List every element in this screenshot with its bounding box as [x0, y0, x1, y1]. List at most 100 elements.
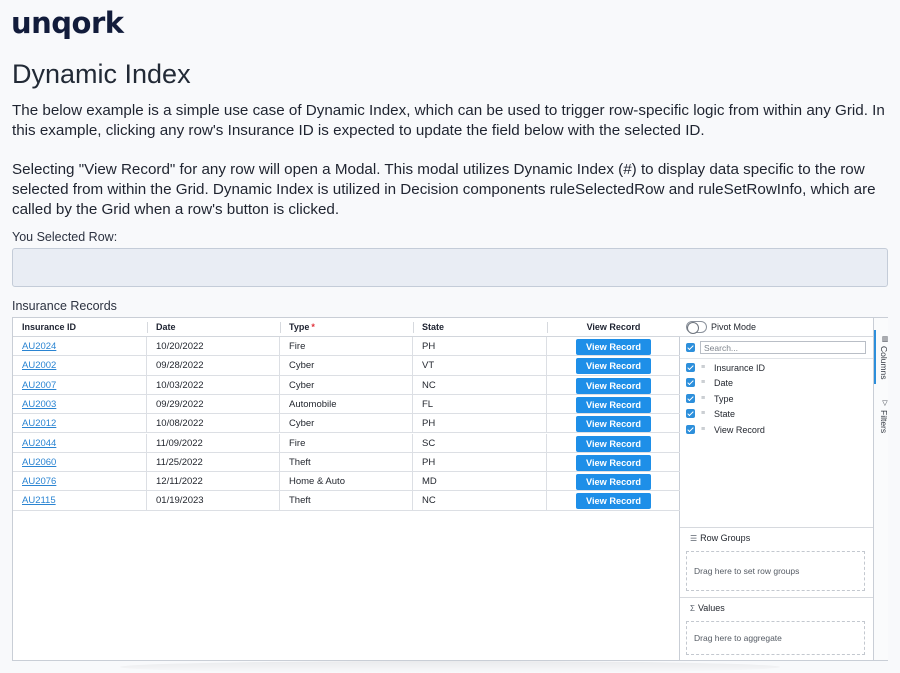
cell-date: 11/09/2022	[147, 433, 280, 453]
column-visibility-checkbox[interactable]	[686, 363, 695, 372]
tab-filters[interactable]: ▽ Filters	[874, 394, 889, 438]
cell-date: 10/20/2022	[147, 337, 280, 356]
cell-insurance-id: AU2007	[13, 375, 147, 395]
cell-view-record: View Record	[547, 356, 680, 375]
modal-description-paragraph: Selecting "View Record" for any row will…	[12, 161, 876, 218]
cell-type: Theft	[280, 491, 413, 511]
column-list-item[interactable]: ≡ Type	[686, 392, 866, 406]
column-list-item[interactable]: ≡ View Record	[686, 423, 866, 437]
cell-state: FL	[413, 394, 547, 414]
cell-view-record: View Record	[547, 453, 680, 472]
cell-date: 09/28/2022	[147, 356, 280, 376]
insurance-id-link[interactable]: AU2115	[22, 495, 56, 506]
insurance-id-link[interactable]: AU2007	[22, 380, 56, 391]
view-record-button[interactable]: View Record	[576, 435, 651, 452]
insurance-id-link[interactable]: AU2044	[22, 438, 56, 449]
table-row: AU2060 11/25/2022 Theft PH View Record	[13, 452, 680, 473]
cell-date: 09/29/2022	[147, 394, 280, 414]
header-insurance-id[interactable]: Insurance ID	[22, 318, 76, 337]
columns-icon: ▥	[881, 334, 888, 343]
table-row: AU2024 10/20/2022 Fire PH View Record	[13, 337, 680, 357]
column-visibility-checkbox[interactable]	[686, 378, 695, 388]
grid-label: Insurance Records	[12, 299, 117, 313]
cell-view-record: View Record	[547, 472, 680, 491]
tab-columns[interactable]: ▥ Columns	[874, 330, 889, 384]
insurance-id-link[interactable]: AU2003	[22, 399, 56, 410]
pivot-mode-toggle[interactable]	[686, 321, 707, 334]
drag-handle-icon[interactable]: ≡	[701, 379, 709, 386]
cell-date: 11/25/2022	[147, 452, 280, 472]
cell-state: NC	[413, 375, 547, 395]
view-record-button[interactable]: View Record	[576, 416, 651, 433]
header-type[interactable]: Type *	[289, 318, 315, 337]
view-record-button[interactable]: View Record	[576, 474, 651, 491]
cell-state: PH	[413, 452, 547, 472]
table-row: AU2007 10/03/2022 Cyber NC View Record	[13, 375, 680, 395]
cell-date: 01/19/2023	[147, 491, 280, 511]
cell-type: Cyber	[280, 414, 413, 434]
column-visibility-checkbox[interactable]	[686, 424, 695, 434]
intro-paragraph: The below example is a simple use case o…	[12, 102, 885, 139]
cell-view-record: View Record	[547, 395, 680, 414]
drag-handle-icon[interactable]: ≡	[701, 364, 709, 371]
insurance-id-link[interactable]: AU2076	[22, 476, 56, 487]
insurance-id-link[interactable]: AU2002	[22, 360, 56, 371]
header-separator[interactable]	[147, 322, 148, 333]
cell-date: 10/03/2022	[147, 375, 280, 395]
cell-date: 10/08/2022	[147, 414, 280, 434]
header-separator[interactable]	[413, 322, 414, 333]
drag-handle-icon[interactable]: ≡	[701, 395, 709, 402]
pivot-mode-bar: Pivot Mode	[680, 318, 873, 337]
view-record-button[interactable]: View Record	[576, 454, 651, 471]
selected-row-field	[12, 248, 888, 287]
insurance-id-link[interactable]: AU2012	[22, 418, 56, 429]
column-list-item[interactable]: ≡ Date	[686, 376, 866, 390]
side-tab-strip: ▥ Columns ▽ Filters	[873, 318, 889, 660]
view-record-button[interactable]: View Record	[576, 339, 651, 355]
header-view-record[interactable]: View Record	[547, 318, 680, 337]
grid-header-row: Insurance ID Date Type * State View Recor…	[13, 318, 680, 337]
column-list-item-label: Type	[714, 393, 734, 404]
table-row: AU2012 10/08/2022 Cyber PH View Record	[13, 414, 680, 434]
values-panel: Σ Values Drag here to aggregate	[680, 597, 873, 660]
cell-insurance-id: AU2060	[13, 452, 147, 472]
bottom-shadow	[120, 661, 780, 673]
column-visibility-checkbox[interactable]	[686, 393, 695, 403]
cell-insurance-id: AU2076	[13, 472, 147, 492]
drag-handle-icon[interactable]: ≡	[701, 426, 709, 433]
columns-search-input[interactable]	[700, 341, 866, 354]
cell-insurance-id: AU2003	[13, 394, 147, 414]
filter-icon: ▽	[881, 398, 888, 407]
table-row: AU2115 01/19/2023 Theft NC View Record	[13, 491, 680, 511]
drag-handle-icon[interactable]: ≡	[701, 410, 709, 417]
table-row: AU2002 09/28/2022 Cyber VT View Record	[13, 356, 680, 376]
sigma-icon: Σ	[690, 604, 695, 613]
header-date[interactable]: Date	[156, 318, 176, 337]
row-groups-icon: ☰	[690, 534, 698, 543]
view-record-button[interactable]: View Record	[576, 358, 651, 375]
column-visibility-checkbox[interactable]	[686, 409, 695, 419]
cell-state: MD	[413, 472, 547, 492]
view-record-button[interactable]: View Record	[576, 377, 651, 394]
values-drop-zone[interactable]: Drag here to aggregate	[686, 621, 865, 655]
select-all-columns-checkbox[interactable]	[686, 343, 695, 352]
cell-type: Fire	[280, 337, 413, 356]
header-state[interactable]: State	[422, 318, 444, 337]
cell-type: Fire	[280, 433, 413, 453]
view-record-button[interactable]: View Record	[576, 493, 651, 510]
cell-type: Automobile	[280, 394, 413, 414]
column-list-item[interactable]: ≡ Insurance ID	[686, 361, 866, 375]
column-list-item-label: Date	[714, 378, 734, 389]
row-groups-panel: ☰ Row Groups Drag here to set row groups	[680, 527, 873, 597]
table-row: AU2044 11/09/2022 Fire SC View Record	[13, 433, 680, 453]
cell-insurance-id: AU2115	[13, 491, 147, 511]
view-record-button[interactable]: View Record	[576, 396, 651, 413]
row-groups-drop-zone[interactable]: Drag here to set row groups	[686, 551, 865, 591]
column-list-item[interactable]: ≡ State	[686, 407, 866, 421]
header-separator[interactable]	[280, 322, 281, 333]
cell-insurance-id: AU2024	[13, 337, 147, 356]
insurance-id-link[interactable]: AU2060	[22, 457, 56, 468]
pivot-mode-label: Pivot Mode	[711, 322, 757, 332]
grid-body: Insurance ID Date Type * State View Recor…	[13, 318, 680, 660]
insurance-id-link[interactable]: AU2024	[22, 341, 56, 352]
